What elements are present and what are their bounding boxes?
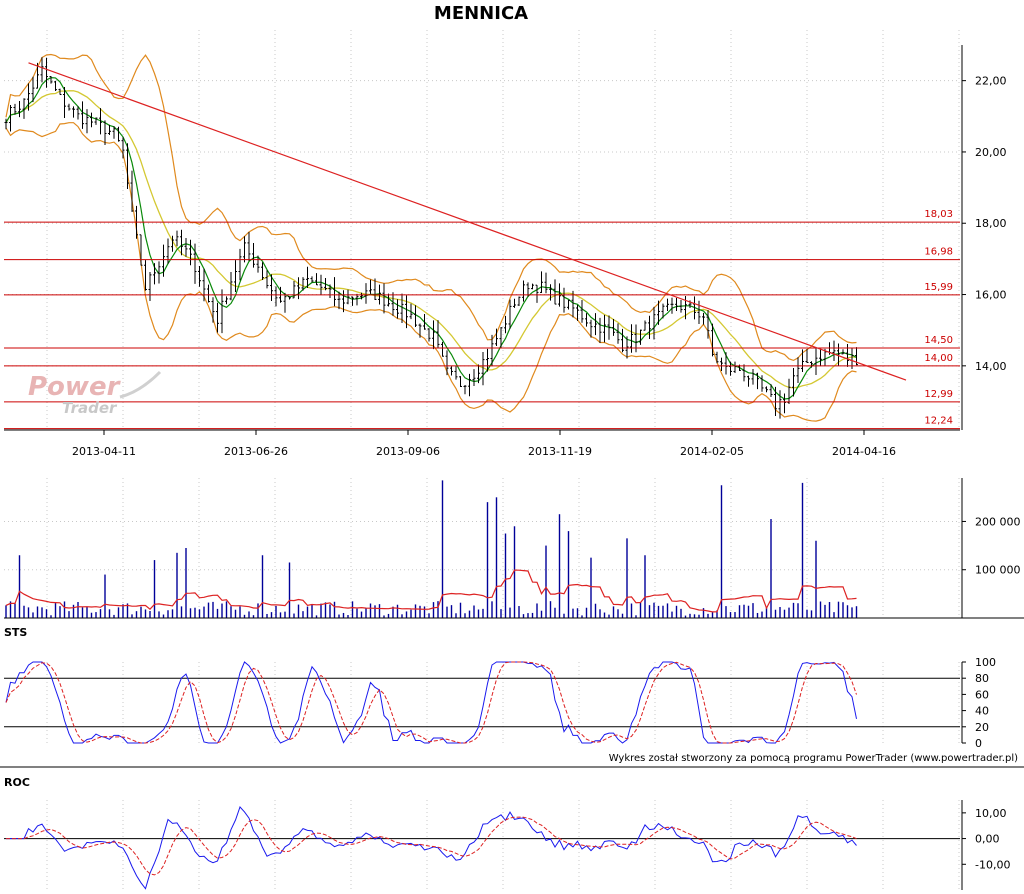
sts-tick-label: 20 [975,721,989,734]
moving-averages [5,76,857,400]
credit-text: Wykres został stworzony za pomocą progra… [609,753,1018,764]
slow-moving-average-line [5,90,857,389]
sts-panel: STS 100 80 60 40 20 0 [4,626,996,750]
fast-moving-average-line [5,76,857,400]
volume-tick-label: 200 000 [975,515,1021,528]
price-tick-label: 22,00 [975,75,1007,88]
volume-panel: 200 000 100 000 [4,478,1024,619]
sts-tick-label: 100 [975,656,996,669]
date-x-axis: 2013-04-11 2013-06-26 2013-09-06 2013-11-19… [4,429,960,458]
sts-y-axis: 100 80 60 40 20 0 [961,656,996,750]
roc-signal-line [6,816,857,876]
sts-signal-line [5,661,857,744]
price-tick-label: 16,00 [975,289,1007,302]
level-label: 12,24 [924,416,953,427]
sts-label: STS [4,626,27,639]
sts-tick-label: 60 [975,688,989,701]
level-label: 18,03 [924,209,953,220]
volume-tick-label: 100 000 [975,564,1021,577]
price-bars [4,57,858,419]
volume-bars [5,480,858,618]
sts-tick-label: 0 [975,737,982,750]
price-tick-label: 20,00 [975,146,1007,159]
roc-tick-label: 10,00 [975,807,1007,820]
date-tick-label: 2014-02-05 [680,445,744,458]
sts-main-line [5,661,857,744]
date-tick-label: 2013-04-11 [72,445,136,458]
logo-word-power: Power [28,372,122,402]
price-gridlines [4,30,960,430]
level-label: 14,50 [924,335,953,346]
chart-title: MENNICA [434,3,528,24]
sts-gridlines [4,662,960,743]
roc-main-line [6,806,857,890]
roc-tick-label: -10,00 [975,858,1010,871]
level-label: 15,99 [924,282,953,293]
price-panel: 18,03 16,98 15,99 14,50 14,00 12,99 12,24 22,0… [4,30,1007,458]
roc-tick-label: 0,00 [975,833,1000,846]
trend-line-segment [28,62,907,381]
date-tick-label: 2013-06-26 [224,445,288,458]
logo-swoosh [119,370,162,399]
level-label: 14,00 [924,353,953,364]
roc-panel: ROC 10,00 0,00 -10,00 [4,776,1010,890]
volume-average-path [5,569,857,613]
price-tick-label: 18,00 [975,217,1007,230]
volume-average-line [5,569,857,613]
date-tick-label: 2013-09-06 [376,445,440,458]
trend-line [28,62,907,381]
price-y-axis: 22,00 20,00 18,00 16,00 14,00 [961,45,1007,430]
roc-y-axis: 10,00 0,00 -10,00 [961,800,1010,890]
level-label: 16,98 [924,247,953,258]
roc-label: ROC [4,776,30,789]
roc-lines [6,806,857,890]
stock-chart: MENNICA 18,03 16,98 15,99 14,50 14,00 12,99 12… [0,3,1024,890]
level-label: 12,99 [924,389,953,400]
date-tick-label: 2014-04-16 [832,445,896,458]
sts-lines [5,661,857,744]
logo-word-trader: Trader [62,399,118,417]
sts-tick-label: 40 [975,705,989,718]
date-tick-label: 2013-11-19 [528,445,592,458]
powertrader-logo: Power Trader [28,370,162,417]
price-tick-label: 14,00 [975,360,1007,373]
sts-tick-label: 80 [975,672,989,685]
